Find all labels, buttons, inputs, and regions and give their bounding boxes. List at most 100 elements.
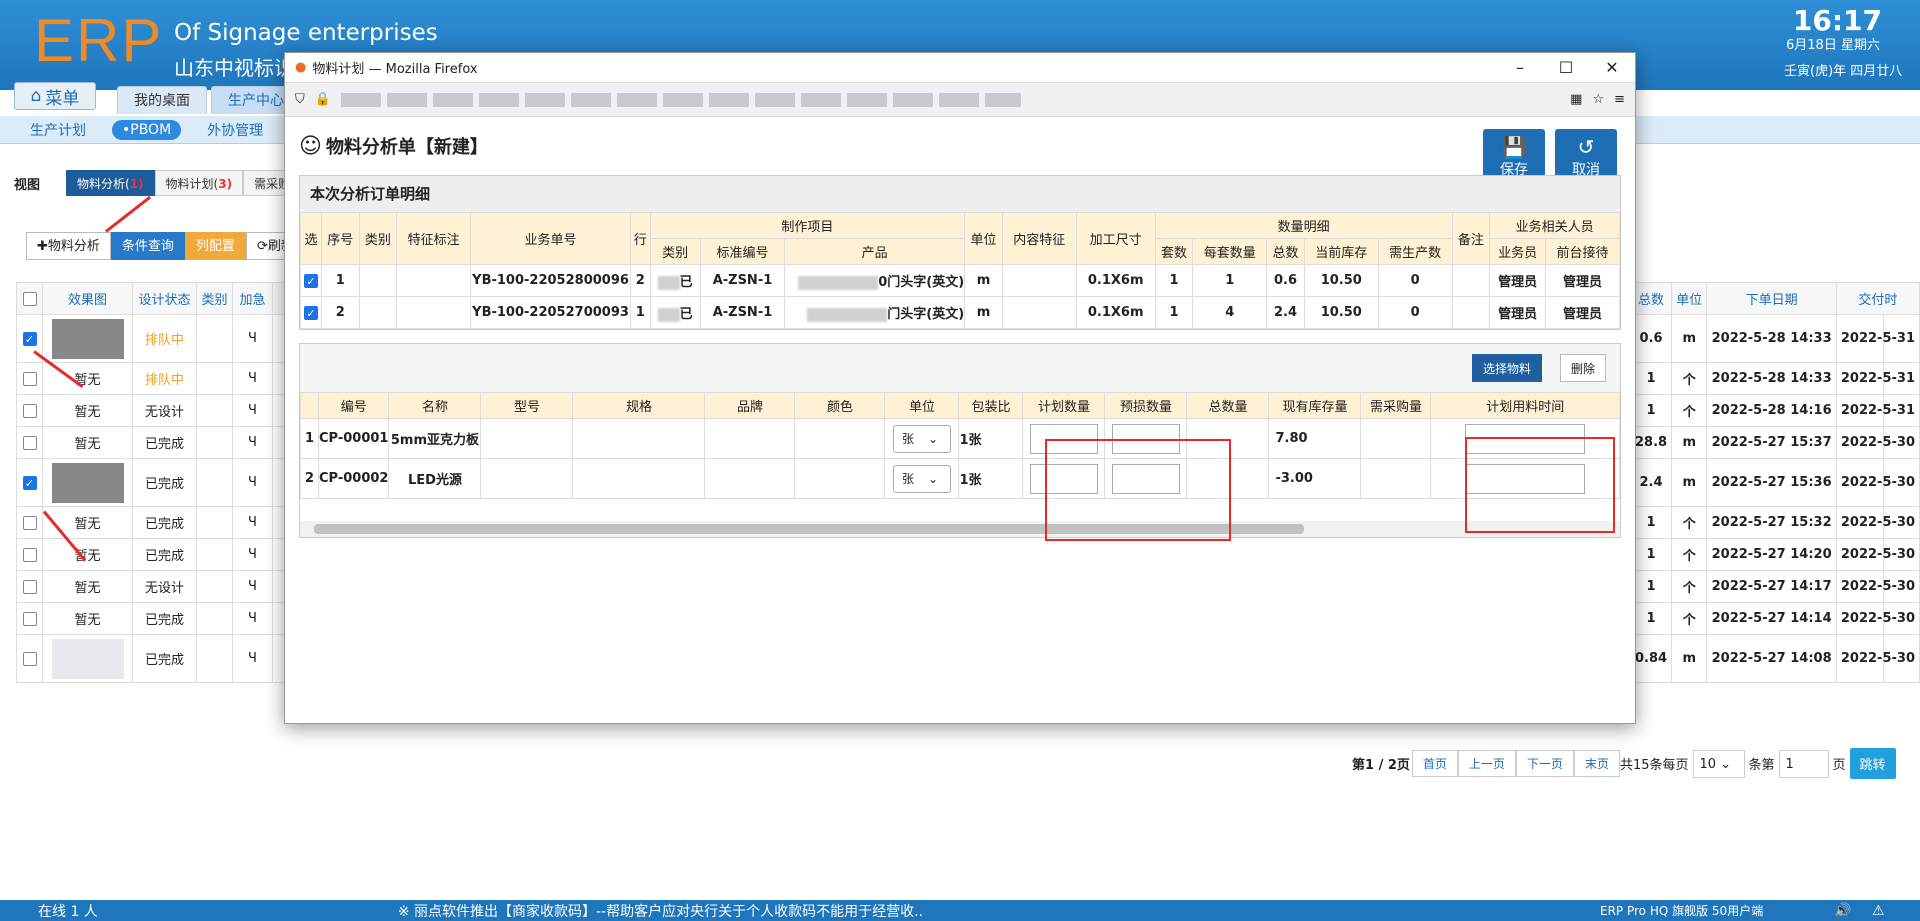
first-page-button[interactable]: 首页 bbox=[1411, 750, 1458, 777]
shield-icon[interactable]: ⛉ bbox=[295, 92, 305, 107]
bookmark-star-icon[interactable]: ☆ bbox=[1592, 92, 1604, 107]
add-analysis-button[interactable]: ✚物料分析 bbox=[26, 232, 111, 260]
order-row[interactable]: ✓ 2 YB-100-22052700093 1 已 A-ZSN-1 门头字(英文) m 0.1… bbox=[300, 296, 1621, 329]
urgent-flag: Ч bbox=[232, 394, 273, 427]
query-button[interactable]: 条件查询 bbox=[110, 232, 185, 260]
minimize-icon[interactable]: – bbox=[1497, 53, 1543, 83]
window-titlebar: ● 物料计划 — Mozilla Firefox – ☐ ✕ bbox=[285, 53, 1635, 83]
subnav-plan[interactable]: 生产计划 bbox=[20, 118, 96, 142]
material-code: CP-00001 bbox=[317, 418, 390, 459]
row-checkbox[interactable] bbox=[22, 651, 37, 666]
table-row[interactable]: 0.84 m 2022-5-27 14:08 2022-5-30 bbox=[1629, 634, 1920, 683]
order-recep: 管理员 bbox=[1562, 307, 1602, 322]
row-checkbox[interactable]: ✓ bbox=[22, 475, 37, 490]
key-icon[interactable]: ⚷ bbox=[1846, 90, 1870, 112]
order-cat: 已 bbox=[679, 275, 693, 290]
order-order: YB-100-22052700093 bbox=[472, 305, 629, 320]
power-icon[interactable]: ⏻ bbox=[1890, 90, 1914, 112]
hamburger-menu-icon[interactable]: ≡ bbox=[1614, 92, 1625, 107]
page-number-input[interactable]: 1 bbox=[1778, 749, 1829, 778]
order-cat: 已 bbox=[679, 307, 693, 322]
col-urgent: 加急 bbox=[232, 282, 273, 315]
tab-desktop[interactable]: 我的桌面 bbox=[117, 86, 207, 114]
column-config-button[interactable]: 列配置 bbox=[184, 232, 246, 260]
col-design: 设计状态 bbox=[132, 282, 197, 315]
header-icons: ● ☁ ▦ ⚙ ⚷ ⏻ bbox=[1670, 90, 1914, 112]
subnav-pbom[interactable]: •PBOM bbox=[112, 119, 182, 140]
urgent-flag: Ч bbox=[232, 458, 273, 507]
next-page-button[interactable]: 下一页 bbox=[1515, 750, 1574, 777]
select-all-checkbox[interactable] bbox=[22, 291, 37, 306]
delete-button[interactable]: 删除 bbox=[1560, 354, 1607, 382]
gear-icon[interactable]: ⚙ bbox=[1802, 90, 1826, 112]
user-icon[interactable]: ● bbox=[1670, 90, 1694, 112]
order-line: 2 bbox=[635, 273, 645, 288]
row-checkbox[interactable]: ✓ bbox=[22, 331, 37, 346]
order-detail-heading: 本次分析订单明细 bbox=[300, 176, 1620, 212]
row-checkbox[interactable] bbox=[22, 371, 37, 386]
table-row[interactable]: 1 个 2022-5-27 14:17 2022-5-30 bbox=[1629, 570, 1920, 603]
version-label: ERP Pro HQ 旗舰版 50用户端 bbox=[1600, 904, 1764, 918]
row-checkbox[interactable] bbox=[22, 547, 37, 562]
order-row-checkbox[interactable]: ✓ bbox=[303, 305, 318, 320]
table-row[interactable]: 1 个 2022-5-28 14:33 2022-5-31 bbox=[1629, 362, 1920, 395]
order-sales: 管理员 bbox=[1498, 307, 1538, 322]
row-checkbox[interactable] bbox=[22, 435, 37, 450]
table-row[interactable]: 1 个 2022-5-27 15:32 2022-5-30 bbox=[1629, 506, 1920, 539]
apps-icon[interactable]: ▦ bbox=[1758, 90, 1782, 112]
urgent-flag: Ч bbox=[232, 634, 273, 683]
background-table-right: 总数 单位 下单日期 交付时 0.6 m 2022-5-28 14:33 2022-5… bbox=[1629, 282, 1920, 683]
notice-ticker[interactable]: ※ 丽点软件推出【商家收款码】--帮助客户应对央行关于个人收款码不能用于经营收.… bbox=[398, 901, 923, 921]
urgent-flag: Ч bbox=[232, 538, 273, 571]
order-size: 0.1X6m bbox=[1087, 305, 1144, 320]
unit-select[interactable]: 张 ⌄ bbox=[892, 424, 951, 453]
pager: 第1 / 2页 首页 上一页 下一页 末页 共15条每页 10 ⌄ 条第 1 页… bbox=[1352, 748, 1896, 779]
order-need: 0 bbox=[1410, 273, 1420, 288]
material-row[interactable]: 2 CP-00002 LED光源张 ⌄ 1张 -3.00 bbox=[300, 458, 1620, 499]
url-bar[interactable]: ⛉ 🔒 ▦ ☆ ≡ bbox=[285, 83, 1635, 117]
toolbar: ✚物料分析 条件查询 列配置 ⟳刷新 bbox=[26, 232, 305, 260]
tab-material-analysis[interactable]: 物料分析(1) bbox=[66, 170, 155, 196]
urgent-flag: Ч bbox=[232, 426, 273, 459]
table-row[interactable]: 28.8 m 2022-5-27 15:37 2022-5-30 bbox=[1629, 426, 1920, 459]
page-size-select[interactable]: 10 ⌄ bbox=[1692, 749, 1745, 778]
last-page-button[interactable]: 末页 bbox=[1573, 750, 1620, 777]
qr-icon[interactable]: ▦ bbox=[1570, 92, 1582, 107]
table-row[interactable]: 1 个 2022-5-27 14:14 2022-5-30 bbox=[1629, 602, 1920, 635]
maximize-icon[interactable]: ☐ bbox=[1543, 53, 1589, 83]
order-per: 1 bbox=[1225, 273, 1235, 288]
table-row[interactable]: 1 个 2022-5-28 14:16 2022-5-31 bbox=[1629, 394, 1920, 427]
material-row[interactable]: 1 CP-00001 5mm亚克力板张 ⌄ 1张 7.80 bbox=[300, 418, 1620, 459]
select-material-button[interactable]: 选择物料 bbox=[1472, 354, 1543, 382]
jump-button[interactable]: 跳转 bbox=[1849, 748, 1896, 779]
unit-select[interactable]: 张 ⌄ bbox=[892, 464, 951, 493]
order-order: YB-100-22052800096 bbox=[472, 273, 629, 288]
menu-button[interactable]: ⌂ 菜单 bbox=[14, 82, 96, 110]
urgent-flag: Ч bbox=[232, 506, 273, 539]
table-row[interactable]: 1 个 2022-5-27 14:20 2022-5-30 bbox=[1629, 538, 1920, 571]
table-row[interactable]: 0.6 m 2022-5-28 14:33 2022-5-31 bbox=[1629, 314, 1920, 363]
horizontal-scrollbar[interactable] bbox=[300, 521, 1620, 537]
volume-icon[interactable]: 🔊 bbox=[1834, 903, 1851, 919]
order-sets: 1 bbox=[1169, 273, 1179, 288]
table-row[interactable]: 2.4 m 2022-5-27 15:36 2022-5-30 bbox=[1629, 458, 1920, 507]
tab-material-plan[interactable]: 物料计划(3) bbox=[154, 170, 244, 196]
order-stock: 10.50 bbox=[1320, 305, 1362, 320]
subnav-outsource[interactable]: 外协管理 bbox=[197, 118, 273, 142]
row-checkbox[interactable] bbox=[22, 515, 37, 530]
effect-image[interactable] bbox=[51, 462, 124, 503]
order-seq: 1 bbox=[335, 273, 345, 288]
effect-image[interactable] bbox=[51, 638, 124, 679]
order-row[interactable]: ✓ 1 YB-100-22052800096 2 已 A-ZSN-1 0门头字(英文) m 0.… bbox=[300, 264, 1621, 297]
highlight-box-plan-inputs bbox=[1045, 439, 1231, 541]
row-checkbox[interactable] bbox=[22, 403, 37, 418]
effect-image[interactable] bbox=[51, 318, 124, 359]
prev-page-button[interactable]: 上一页 bbox=[1457, 750, 1516, 777]
row-checkbox[interactable] bbox=[22, 611, 37, 626]
design-status: 已完成 bbox=[132, 458, 197, 507]
order-row-checkbox[interactable]: ✓ bbox=[303, 273, 318, 288]
notify-icon[interactable]: ⚠ bbox=[1872, 903, 1885, 919]
cloud-icon[interactable]: ☁ bbox=[1714, 90, 1738, 112]
close-icon[interactable]: ✕ bbox=[1589, 53, 1635, 83]
row-checkbox[interactable] bbox=[22, 579, 37, 594]
